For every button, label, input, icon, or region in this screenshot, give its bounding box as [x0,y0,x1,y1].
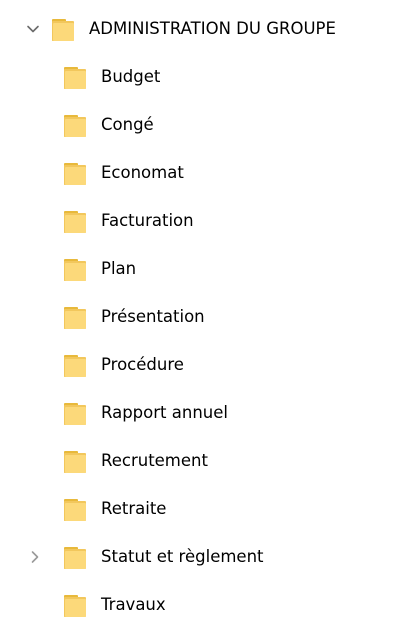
folder-icon [50,16,76,44]
folder-icon [62,160,88,188]
tree-item-label: Recrutement [101,451,208,470]
tree-item-facturation[interactable]: Facturation [0,201,419,241]
tree-item-travaux[interactable]: Travaux [0,585,419,619]
tree-item-label: Facturation [101,211,194,230]
tree-item-label: ADMINISTRATION DU GROUPE [89,19,336,38]
chevron-right-icon[interactable] [27,549,43,565]
folder-icon [62,208,88,236]
folder-icon [62,112,88,140]
tree-item-conge[interactable]: Congé [0,105,419,145]
tree-item-plan[interactable]: Plan [0,249,419,289]
tree-item-label: Présentation [101,307,205,326]
tree-item-label: Economat [101,163,184,182]
tree-item-procedure[interactable]: Procédure [0,345,419,385]
tree-item-label: Budget [101,67,161,86]
tree-item-label: Procédure [101,355,184,374]
tree-item-label: Retraite [101,499,167,518]
tree-item-rapport-annuel[interactable]: Rapport annuel [0,393,419,433]
tree-item-recrutement[interactable]: Recrutement [0,441,419,481]
tree-item-statut-et-reglement[interactable]: Statut et règlement [0,537,419,577]
tree-item-budget[interactable]: Budget [0,57,419,97]
tree-item-presentation[interactable]: Présentation [0,297,419,337]
tree-item-label: Statut et règlement [101,547,264,566]
folder-icon [62,352,88,380]
tree-item-administration-du-groupe[interactable]: ADMINISTRATION DU GROUPE [0,9,419,49]
folder-icon [62,304,88,332]
tree-item-label: Rapport annuel [101,403,228,422]
folder-icon [62,256,88,284]
chevron-down-icon[interactable] [25,21,41,37]
folder-icon [62,496,88,524]
tree-item-economat[interactable]: Economat [0,153,419,193]
tree-item-label: Plan [101,259,137,278]
tree-item-label: Congé [101,115,154,134]
folder-tree: ADMINISTRATION DU GROUPE Budget Congé Ec… [0,0,419,619]
tree-item-retraite[interactable]: Retraite [0,489,419,529]
folder-icon [62,544,88,572]
folder-icon [62,592,88,620]
tree-item-label: Travaux [101,595,166,614]
folder-icon [62,64,88,92]
folder-icon [62,400,88,428]
folder-icon [62,448,88,476]
